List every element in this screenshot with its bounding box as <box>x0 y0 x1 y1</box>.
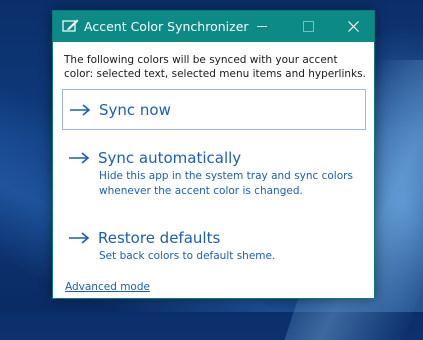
close-icon <box>347 21 359 32</box>
sync-automatically-button[interactable]: Sync automatically Hide this app in the … <box>62 148 366 199</box>
app-icon <box>62 19 79 32</box>
description-text: The following colors will be synced with… <box>64 54 366 80</box>
app-window: Accent Color Synchronizer The following … <box>52 10 375 299</box>
maximize-icon <box>302 21 314 32</box>
restore-defaults-subtitle: Set back colors to default sheme. <box>99 250 276 262</box>
sync-now-button[interactable]: Sync now <box>62 89 366 130</box>
title-bar[interactable]: Accent Color Synchronizer <box>53 11 374 42</box>
maximize-button[interactable] <box>285 11 331 42</box>
arrow-right-icon <box>70 103 91 116</box>
sync-automatically-subtitle: Hide this app in the system tray and syn… <box>99 170 353 197</box>
arrow-right-icon <box>69 152 90 164</box>
sync-now-label: Sync now <box>99 100 171 119</box>
minimize-button[interactable] <box>239 11 285 42</box>
minimize-icon <box>257 26 267 27</box>
window-title: Accent Color Synchronizer <box>84 19 249 34</box>
close-button[interactable] <box>330 11 376 42</box>
sync-automatically-label: Sync automatically <box>98 149 242 167</box>
restore-defaults-label: Restore defaults <box>98 229 221 247</box>
arrow-right-icon <box>69 232 90 244</box>
restore-defaults-button[interactable]: Restore defaults Set back colors to defa… <box>62 228 366 264</box>
advanced-mode-link[interactable]: Advanced mode <box>65 281 150 293</box>
